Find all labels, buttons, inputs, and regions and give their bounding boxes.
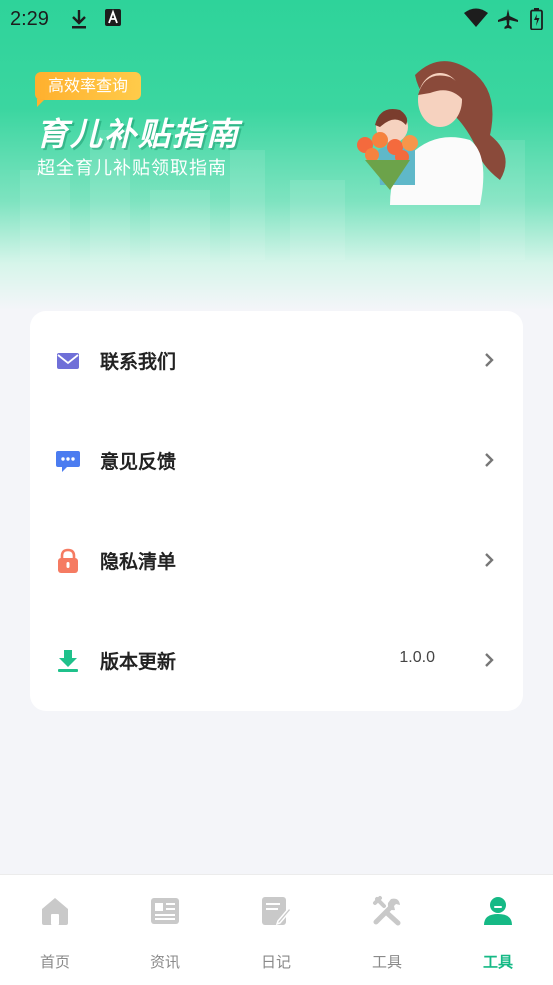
tab-label: 首页: [39, 953, 70, 971]
tools-icon: [373, 896, 401, 926]
banner-title: 育儿补贴指南: [36, 115, 241, 153]
background-building: [20, 170, 70, 260]
chat-bubble-icon: [56, 451, 80, 472]
tab-label: 工具: [371, 953, 402, 971]
keyboard-a-icon: [105, 9, 121, 26]
tab-news[interactable]: 资讯: [110, 875, 220, 985]
background-building: [230, 150, 265, 260]
chevron-right-icon: [485, 353, 494, 367]
banner-subtitle: 超全育儿补贴领取指南: [37, 158, 227, 179]
newspaper-icon: [151, 898, 179, 924]
menu-item-feedback[interactable]: 意见反馈: [30, 430, 523, 490]
download-icon: [72, 10, 86, 29]
chevron-right-icon: [485, 453, 494, 467]
person-icon: [484, 897, 512, 925]
status-time: 2:29: [10, 8, 49, 30]
version-number: 1.0.0: [399, 649, 435, 666]
status-bar: 2:29: [0, 0, 553, 38]
tab-tools[interactable]: 工具: [332, 875, 442, 985]
bottom-tab-bar: 首页 资讯 日记 工具 工具: [0, 874, 553, 985]
chevron-right-icon: [485, 553, 494, 567]
header-banner: 高效率查询 育儿补贴指南 超全育儿补贴领取指南: [0, 0, 553, 310]
tab-tools-active[interactable]: 工具: [443, 875, 553, 985]
menu-item-label: 意见反馈: [100, 451, 177, 473]
airplane-icon: [498, 9, 518, 29]
menu-item-contact-us[interactable]: 联系我们: [30, 330, 523, 390]
menu-item-label: 隐私清单: [100, 551, 177, 573]
mail-icon: [57, 353, 79, 369]
settings-menu-card: 联系我们 意见反馈 隐私清单 版本更新 1.0.0: [30, 311, 523, 711]
background-building: [150, 190, 210, 260]
background-building: [290, 180, 345, 260]
download-tray-icon: [58, 650, 78, 672]
home-icon: [42, 898, 68, 925]
lock-icon: [58, 548, 78, 573]
notebook-edit-icon: [262, 897, 292, 926]
tab-home[interactable]: 首页: [0, 875, 110, 985]
menu-item-privacy-list[interactable]: 隐私清单: [30, 530, 523, 590]
menu-item-label: 版本更新: [100, 651, 177, 673]
wifi-icon: [464, 8, 488, 27]
efficiency-badge: 高效率查询: [35, 72, 142, 107]
tab-diary[interactable]: 日记: [221, 875, 331, 985]
mother-child-illustration: [357, 61, 506, 205]
tab-label: 资讯: [149, 953, 180, 971]
tab-label: 工具: [482, 953, 513, 971]
tab-label: 日记: [260, 953, 291, 971]
menu-item-version-update[interactable]: 版本更新 1.0.0: [30, 630, 523, 690]
chevron-right-icon: [485, 653, 494, 667]
menu-item-label: 联系我们: [100, 351, 177, 373]
battery-icon: [530, 8, 543, 30]
